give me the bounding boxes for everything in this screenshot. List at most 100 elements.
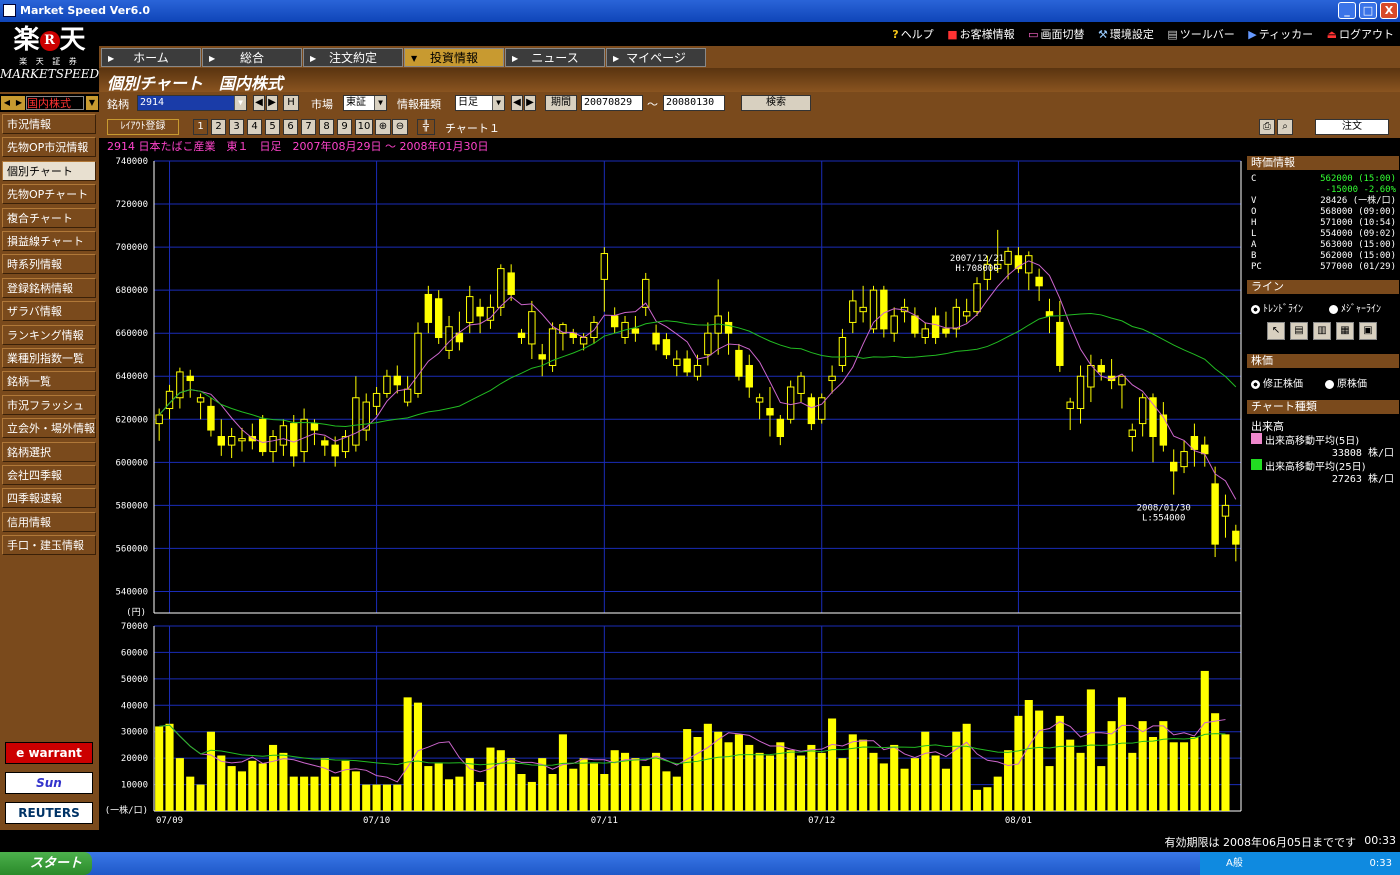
layout-register-button[interactable]: ﾚｲｱｳﾄ登録: [107, 119, 179, 135]
print-icon[interactable]: ⎙: [1259, 119, 1275, 135]
nav-item-4[interactable]: 複合チャート: [2, 207, 96, 228]
layout-preset-5[interactable]: 5: [265, 119, 280, 135]
chart-area[interactable]: 540000 560000 580000 600000 620000 640000 6600…: [99, 156, 1245, 830]
zoom-out-icon[interactable]: ⊖: [392, 119, 408, 135]
radio-icon[interactable]: [1325, 379, 1334, 389]
tab-4[interactable]: ▶ ニュース: [505, 48, 605, 67]
nav-item-7[interactable]: 登録銘柄情報: [2, 277, 96, 298]
cursor-icon[interactable]: ↖: [1267, 322, 1285, 340]
layout-preset-8[interactable]: 8: [319, 119, 334, 135]
radio-icon[interactable]: [1251, 379, 1260, 389]
nav-item-14[interactable]: 銘柄選択: [2, 441, 96, 462]
volume-bar: [1076, 752, 1085, 811]
nav-item-9[interactable]: ランキング情報: [2, 324, 96, 345]
copy-icon[interactable]: ▤: [1290, 322, 1308, 340]
layout-preset-10[interactable]: 10: [355, 119, 373, 135]
volume-bar: [393, 784, 402, 811]
period-from-input[interactable]: 20070829: [581, 95, 643, 111]
candlestick-chart[interactable]: 540000 560000 580000 600000 620000 640000 6600…: [99, 156, 1245, 830]
start-button[interactable]: スタート: [0, 852, 92, 875]
tab-1[interactable]: ▶ 総合: [202, 48, 302, 67]
warrant-logo[interactable]: e warrant: [5, 742, 93, 764]
tab-5[interactable]: ▶ マイページ: [606, 48, 706, 67]
crosshair-icon[interactable]: ╬: [417, 119, 435, 135]
dropdown-arrow-icon[interactable]: ▼: [86, 96, 98, 110]
tab-0[interactable]: ▶ ホーム: [101, 48, 201, 67]
layout-preset-7[interactable]: 7: [301, 119, 316, 135]
next-code-button[interactable]: ▶: [266, 95, 278, 111]
nav-item-1[interactable]: 先物OP市況情報: [2, 137, 96, 158]
layout-preset-4[interactable]: 4: [247, 119, 262, 135]
code-input[interactable]: 2914 ▼: [137, 95, 247, 111]
settings-link[interactable]: ⚒ 環境設定: [1098, 28, 1154, 41]
next-type-button[interactable]: ▶: [524, 95, 536, 111]
toolbar-link[interactable]: ▤ ツールバー: [1167, 28, 1234, 41]
history-button[interactable]: H: [283, 95, 299, 111]
nav-item-17[interactable]: 信用情報: [2, 511, 96, 532]
layout-preset-3[interactable]: 3: [229, 119, 244, 135]
prev-arrow-icon[interactable]: ◀: [1, 96, 13, 110]
nav-item-12[interactable]: 市況フラッシュ: [2, 394, 96, 415]
volume-bar: [941, 768, 950, 811]
maximize-button[interactable]: □: [1359, 2, 1377, 19]
volume-bar: [672, 776, 681, 811]
candle-body: [279, 425, 288, 446]
nav-item-15[interactable]: 会社四季報: [2, 465, 96, 485]
delete-icon[interactable]: ▦: [1336, 322, 1354, 340]
nav-item-3[interactable]: 先物OPチャート: [2, 184, 96, 205]
nav-item-5[interactable]: 損益線チャート: [2, 231, 96, 251]
trend-line-option[interactable]: ﾄﾚﾝﾄﾞﾗｲﾝ: [1251, 300, 1303, 315]
search-button[interactable]: 検索: [741, 95, 811, 111]
radio-icon[interactable]: [1251, 304, 1260, 314]
next-arrow-icon[interactable]: ▶: [13, 96, 25, 110]
quote-row: C 562000 (15:00): [1251, 174, 1396, 185]
nav-item-6[interactable]: 時系列情報: [2, 254, 96, 275]
nav-item-16[interactable]: 四季報速報: [2, 488, 96, 509]
layout-preset-6[interactable]: 6: [283, 119, 298, 135]
tab-3[interactable]: ▼ 投資情報: [404, 48, 504, 67]
nav-item-0[interactable]: 市況情報: [2, 114, 96, 134]
reuters-logo[interactable]: REUTERS: [5, 802, 93, 824]
radio-icon[interactable]: [1329, 304, 1338, 314]
save-icon[interactable]: ▣: [1359, 322, 1377, 340]
info-type-select[interactable]: 日足 ▼: [455, 95, 505, 111]
adjusted-price-option[interactable]: 修正株価: [1251, 375, 1303, 390]
tab-label: ホーム: [133, 51, 169, 65]
customer-info-link[interactable]: ■ お客様情報: [947, 28, 1014, 41]
layout-preset-1[interactable]: 1: [193, 119, 208, 135]
sun-logo[interactable]: Sun: [5, 772, 93, 794]
tab-2[interactable]: ▶ 注文約定: [303, 48, 403, 67]
nav-item-18[interactable]: 手口・建玉情報: [2, 535, 96, 556]
zoom-in-icon[interactable]: ⊕: [375, 119, 391, 135]
prev-code-button[interactable]: ◀: [253, 95, 265, 111]
chevron-down-icon[interactable]: ▼: [374, 96, 386, 110]
paste-icon[interactable]: ▥: [1313, 322, 1331, 340]
nav-item-11[interactable]: 銘柄一覧: [2, 371, 96, 392]
tab-arrow-icon: ▶: [209, 54, 216, 63]
chevron-down-icon[interactable]: ▼: [492, 96, 504, 110]
nav-item-10[interactable]: 業種別指数一覧: [2, 348, 96, 368]
nav-item-13[interactable]: 立会外・場外情報: [2, 418, 96, 439]
preview-icon[interactable]: ⌕: [1277, 119, 1293, 135]
market-selector[interactable]: ◀ ▶ 国内株式 ▼: [0, 94, 99, 112]
nav-item-8[interactable]: ザラバ情報: [2, 301, 96, 322]
layout-preset-2[interactable]: 2: [211, 119, 226, 135]
top-link-strip: ? ヘルプ ■ お客様情報 ▭ 画面切替 ⚒ 環境設定 ▤ ツールバー ▶ ティッカー ⏏ ロ…: [0, 22, 1400, 46]
raw-price-option[interactable]: 原株価: [1325, 375, 1367, 390]
period-to-input[interactable]: 20080130: [663, 95, 725, 111]
major-line-option[interactable]: ﾒｼﾞｬｰﾗｲﾝ: [1329, 300, 1381, 315]
minimize-button[interactable]: _: [1338, 2, 1356, 19]
market-select[interactable]: 東証 ▼: [343, 95, 387, 111]
prev-type-button[interactable]: ◀: [511, 95, 523, 111]
order-button[interactable]: 注文: [1315, 119, 1389, 135]
chevron-down-icon[interactable]: ▼: [234, 96, 246, 110]
screen-switch-link[interactable]: ▭ 画面切替: [1028, 28, 1084, 41]
layout-preset-9[interactable]: 9: [337, 119, 352, 135]
logout-link[interactable]: ⏏ ログアウト: [1327, 28, 1394, 41]
nav-item-2[interactable]: 個別チャート: [2, 160, 96, 181]
ime-indicator[interactable]: A般: [1226, 852, 1243, 875]
chart-info-line: 2914 日本たばこ産業 東１ 日足 2007年08月29日 ～ 2008年01…: [99, 138, 1245, 156]
ticker-link[interactable]: ▶ ティッカー: [1248, 28, 1313, 41]
help-link[interactable]: ? ヘルプ: [892, 28, 933, 41]
close-button[interactable]: X: [1380, 2, 1398, 19]
